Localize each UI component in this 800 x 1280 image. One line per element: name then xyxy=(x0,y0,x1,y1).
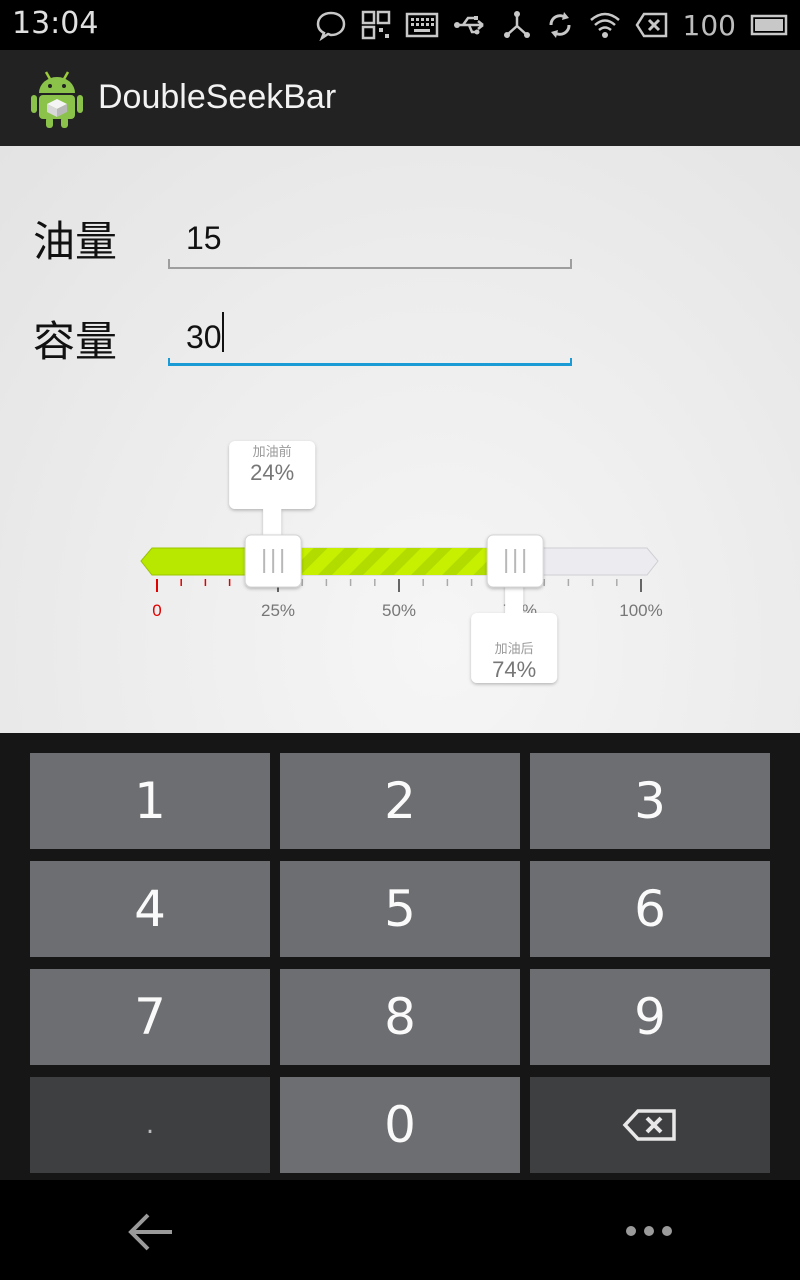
double-seekbar[interactable]: 025%50%75%100% 加油前 24% 加油后 74% xyxy=(0,146,800,733)
key-2[interactable]: 2 xyxy=(280,753,520,849)
before-thumb[interactable] xyxy=(244,534,302,588)
key-9[interactable]: 9 xyxy=(530,969,770,1065)
seekbar-fill-added xyxy=(273,548,516,575)
backspace-icon xyxy=(622,1109,676,1141)
wifi-icon xyxy=(589,12,620,38)
key-8[interactable]: 8 xyxy=(280,969,520,1065)
overflow-menu-icon[interactable] xyxy=(624,1224,674,1238)
chat-bubble-icon xyxy=(316,11,345,41)
sync-icon xyxy=(549,12,571,38)
share-network-icon xyxy=(503,11,530,38)
seekbar-tick-label: 100% xyxy=(619,601,662,620)
after-thumb[interactable] xyxy=(486,534,544,588)
before-label: 加油前 xyxy=(253,444,292,460)
key-1[interactable]: 1 xyxy=(30,753,270,849)
back-arrow-icon[interactable] xyxy=(126,1210,176,1254)
key-4[interactable]: 4 xyxy=(30,861,270,957)
key-3[interactable]: 3 xyxy=(530,753,770,849)
seekbar-tick-label: 50% xyxy=(382,601,416,620)
sim-off-icon xyxy=(635,12,667,38)
after-label: 加油后 xyxy=(495,642,534,657)
key-backspace[interactable] xyxy=(530,1077,770,1173)
battery-level: 100 xyxy=(682,8,736,42)
main-content: 油量 15 容量 30 025%50%75%100% 加油前 xyxy=(0,146,800,733)
key-5[interactable]: 5 xyxy=(280,861,520,957)
seekbar-ticks xyxy=(156,579,642,592)
key-decimal[interactable]: . xyxy=(30,1077,270,1173)
key-6[interactable]: 6 xyxy=(530,861,770,957)
usb-icon xyxy=(453,16,484,35)
keyboard-icon xyxy=(405,12,438,38)
seekbar-tick-label: 0 xyxy=(152,601,161,620)
app-title: DoubleSeekBar xyxy=(98,78,337,116)
after-value: 74% xyxy=(492,657,536,682)
seekbar-tick-label: 25% xyxy=(261,601,295,620)
before-tooltip: 加油前 24% xyxy=(229,441,316,540)
qr-code-icon xyxy=(361,10,390,40)
navigation-bar xyxy=(0,1180,800,1280)
android-robot-icon xyxy=(31,71,83,128)
seekbar-tick-labels: 025%50%75%100% xyxy=(152,601,662,620)
after-tooltip: 加油后 74% xyxy=(471,582,558,683)
numeric-keyboard: 1 2 3 4 5 6 7 8 9 . 0 xyxy=(0,733,800,1180)
status-time: 13:04 xyxy=(12,6,99,41)
key-7[interactable]: 7 xyxy=(30,969,270,1065)
status-bar: 13:04 100 xyxy=(0,0,800,50)
key-0[interactable]: 0 xyxy=(280,1077,520,1173)
action-bar: DoubleSeekBar xyxy=(0,50,800,146)
battery-icon xyxy=(750,14,788,36)
status-icons: 100 xyxy=(315,6,790,44)
before-value: 24% xyxy=(250,460,294,485)
